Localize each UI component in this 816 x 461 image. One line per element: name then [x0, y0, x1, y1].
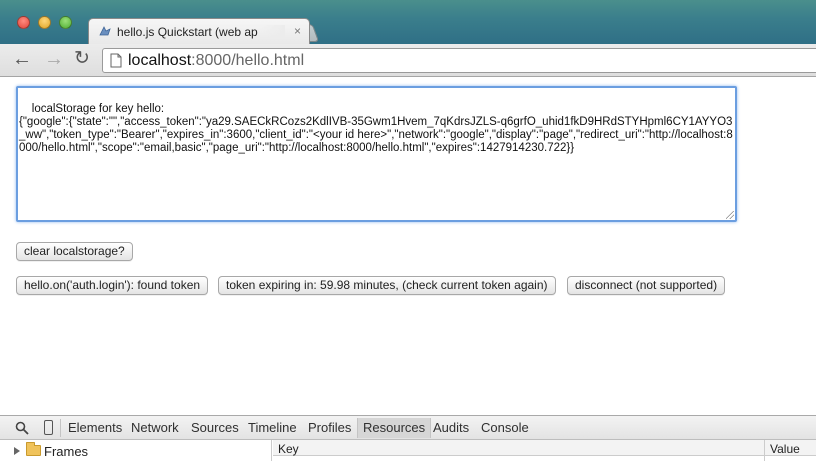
search-icon[interactable] [15, 421, 29, 435]
expand-arrow-icon[interactable] [14, 447, 20, 455]
page-icon [110, 53, 122, 68]
reload-icon[interactable]: ↻ [74, 49, 90, 69]
back-arrow-icon[interactable]: ← [12, 49, 32, 69]
toolbar-divider [60, 419, 61, 437]
favicon-icon [99, 26, 111, 36]
localstorage-textarea[interactable]: localStorage for key hello: {"google":{"… [16, 86, 737, 222]
tab-profiles[interactable]: Profiles [308, 420, 351, 436]
device-mode-icon[interactable] [44, 420, 53, 435]
tab-audits[interactable]: Audits [433, 420, 469, 436]
tab-timeline[interactable]: Timeline [248, 420, 297, 436]
column-header-value[interactable]: Value [770, 442, 800, 456]
resize-grip-icon[interactable] [726, 211, 734, 219]
textarea-value: localStorage for key hello: {"google":{"… [19, 103, 733, 154]
tab-close-icon[interactable]: × [294, 24, 301, 38]
tree-item-frames[interactable]: Frames [44, 444, 88, 459]
tab-elements[interactable]: Elements [68, 420, 122, 436]
window-titlebar: hello.js Quickstart (web ap × [0, 0, 816, 44]
folder-icon [26, 442, 41, 456]
storage-table-header [273, 440, 816, 456]
devtools-body: Frames Key Value [0, 440, 816, 461]
tab-network[interactable]: Network [131, 420, 179, 436]
forward-arrow-icon[interactable]: → [44, 49, 64, 69]
browser-tab[interactable]: hello.js Quickstart (web ap × [88, 18, 310, 44]
column-header-key[interactable]: Key [278, 442, 299, 456]
close-window-button[interactable] [17, 16, 30, 29]
auth-login-button[interactable]: hello.on('auth.login'): found token [16, 276, 209, 295]
devtools-panel: Elements Network Sources Timeline Profil… [0, 415, 816, 461]
page-content: localStorage for key hello: {"google":{"… [0, 78, 816, 415]
minimize-window-button[interactable] [38, 16, 51, 29]
url-text: localhost:8000/hello.html [128, 52, 304, 70]
column-divider[interactable] [764, 440, 765, 461]
tab-console[interactable]: Console [481, 420, 529, 436]
tab-resources[interactable]: Resources [357, 418, 432, 438]
token-expiry-button[interactable]: token expiring in: 59.98 minutes, (check… [218, 276, 556, 295]
url-path: :8000/hello.html [191, 52, 305, 69]
maximize-window-button[interactable] [59, 16, 72, 29]
tab-title: hello.js Quickstart (web ap [117, 25, 285, 39]
devtools-toolbar: Elements Network Sources Timeline Profil… [0, 416, 816, 440]
resources-tree: Frames [0, 440, 272, 461]
disconnect-button[interactable]: disconnect (not supported) [567, 276, 726, 295]
browser-toolbar: ← → ↻ localhost:8000/hello.html [0, 44, 816, 77]
tab-sources[interactable]: Sources [191, 420, 239, 436]
address-bar[interactable]: localhost:8000/hello.html [102, 48, 816, 73]
clear-localstorage-button[interactable]: clear localstorage? [16, 242, 133, 261]
url-host: localhost [128, 52, 192, 69]
